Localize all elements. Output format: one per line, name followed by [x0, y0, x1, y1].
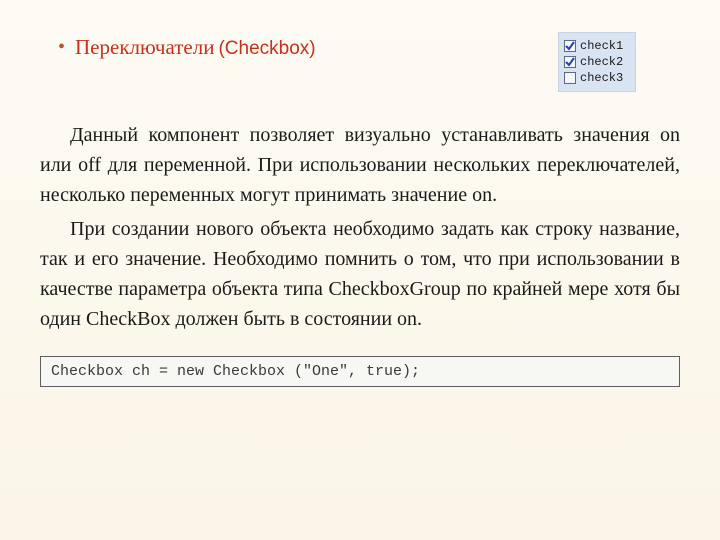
checkbox-icon-checked: [564, 40, 576, 52]
heading-row: • Переключатели (Checkbox) check1 check2: [40, 34, 680, 92]
heading-main: Переключатели: [75, 35, 214, 59]
bullet-icon: •: [58, 34, 65, 60]
paragraph-1: Данный компонент позволяет визуально уст…: [40, 120, 680, 210]
paragraph-2: При создании нового объекта необходимо з…: [40, 214, 680, 334]
heading-text: Переключатели (Checkbox): [75, 34, 316, 60]
checkbox-sample-panel: check1 check2 check3: [558, 32, 636, 92]
checkbox-icon-unchecked: [564, 72, 576, 84]
heading-paren-text: (Checkbox): [218, 38, 315, 59]
checkbox-row-3: check3: [564, 70, 627, 86]
checkbox-icon-checked: [564, 56, 576, 68]
checkbox-label: check2: [580, 54, 623, 70]
document-page: • Переключатели (Checkbox) check1 check2: [0, 0, 720, 540]
checkbox-row-1: check1: [564, 38, 627, 54]
checkbox-row-2: check2: [564, 54, 627, 70]
checkbox-label: check1: [580, 38, 623, 54]
checkbox-label: check3: [580, 70, 623, 86]
code-block: Checkbox ch = new Checkbox ("One", true)…: [40, 356, 680, 387]
body-text: Данный компонент позволяет визуально уст…: [40, 120, 680, 334]
heading-left: • Переключатели (Checkbox): [40, 34, 316, 60]
